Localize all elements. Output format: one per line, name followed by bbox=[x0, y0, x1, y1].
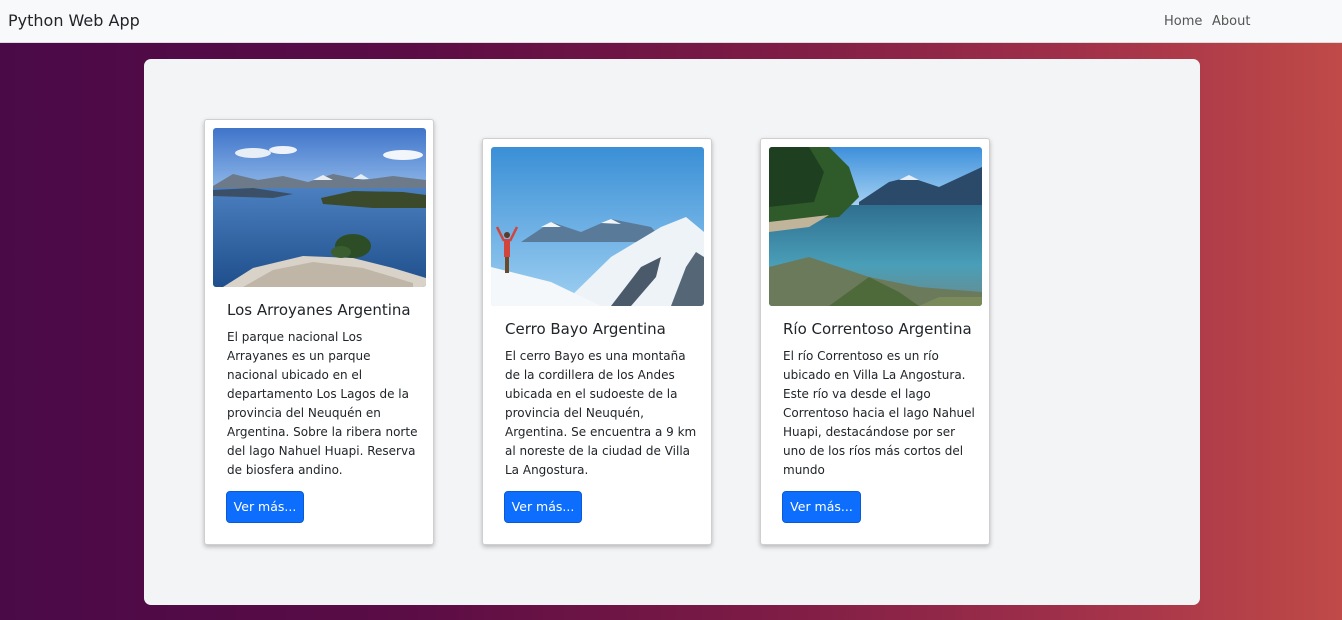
ver-mas-button[interactable]: Ver más... bbox=[782, 491, 861, 523]
card-image-snow-mountain bbox=[491, 147, 704, 306]
card-description: El parque nacional Los Arrayanes es un p… bbox=[227, 330, 418, 477]
card-title: Río Correntoso Argentina bbox=[783, 320, 972, 338]
destination-card-cerro-bayo: Cerro Bayo Argentina El cerro Bayo es un… bbox=[482, 138, 712, 545]
card-description: El cerro Bayo es una montaña de la cordi… bbox=[505, 349, 697, 477]
navbar-brand[interactable]: Python Web App bbox=[8, 11, 140, 30]
card-image-lake bbox=[213, 128, 426, 287]
destination-card-rio-correntoso: Río Correntoso Argentina El río Corrento… bbox=[760, 138, 990, 545]
ver-mas-button[interactable]: Ver más... bbox=[226, 491, 304, 523]
destination-card-los-arrayanes: Los Arroyanes Argentina El parque nacion… bbox=[204, 119, 434, 545]
card-image-river bbox=[769, 147, 982, 306]
nav-link-about[interactable]: About bbox=[1212, 14, 1250, 29]
card-title: Cerro Bayo Argentina bbox=[505, 320, 666, 338]
card-title: Los Arroyanes Argentina bbox=[227, 301, 411, 319]
ver-mas-button[interactable]: Ver más... bbox=[504, 491, 582, 523]
nav-link-home[interactable]: Home bbox=[1164, 14, 1202, 29]
card-description: El río Correntoso es un río ubicado en V… bbox=[783, 349, 975, 477]
navbar: Python Web App Home About bbox=[0, 0, 1342, 43]
